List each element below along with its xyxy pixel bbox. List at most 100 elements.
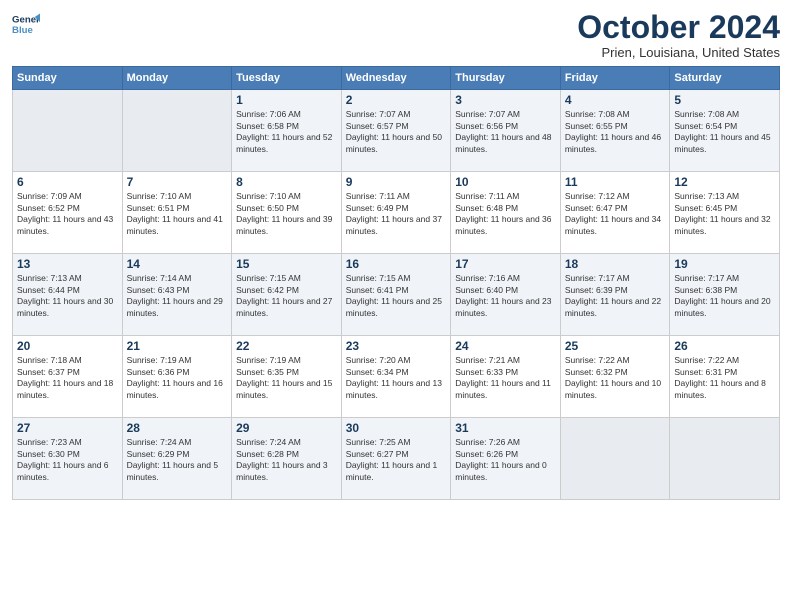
- calendar-cell: 3 Sunrise: 7:07 AMSunset: 6:56 PMDaylight…: [451, 90, 561, 172]
- day-info: Sunrise: 7:19 AMSunset: 6:35 PMDaylight:…: [236, 355, 337, 401]
- day-number: 8: [236, 175, 337, 189]
- day-number: 15: [236, 257, 337, 271]
- day-number: 19: [674, 257, 775, 271]
- calendar-cell: 11 Sunrise: 7:12 AMSunset: 6:47 PMDayligh…: [560, 172, 670, 254]
- day-info: Sunrise: 7:15 AMSunset: 6:42 PMDaylight:…: [236, 273, 337, 319]
- day-info: Sunrise: 7:18 AMSunset: 6:37 PMDaylight:…: [17, 355, 118, 401]
- day-number: 16: [346, 257, 447, 271]
- month-title: October 2024: [577, 10, 780, 45]
- day-info: Sunrise: 7:12 AMSunset: 6:47 PMDaylight:…: [565, 191, 666, 237]
- logo-icon: General Blue: [12, 10, 40, 38]
- day-header-friday: Friday: [560, 67, 670, 90]
- day-number: 31: [455, 421, 556, 435]
- calendar-cell: 6 Sunrise: 7:09 AMSunset: 6:52 PMDaylight…: [13, 172, 123, 254]
- day-number: 1: [236, 93, 337, 107]
- calendar-cell: 21Sunrise: 7:19 AMSunset: 6:36 PMDayligh…: [122, 336, 232, 418]
- calendar-cell: 19 Sunrise: 7:17 AMSunset: 6:38 PMDayligh…: [670, 254, 780, 336]
- day-info: Sunrise: 7:07 AMSunset: 6:57 PMDaylight:…: [346, 109, 447, 155]
- day-number: 29: [236, 421, 337, 435]
- day-info: Sunrise: 7:19 AMSunset: 6:36 PMDaylight:…: [127, 355, 228, 401]
- calendar-cell: 31 Sunrise: 7:26 AMSunset: 6:26 PMDayligh…: [451, 418, 561, 500]
- day-number: 12: [674, 175, 775, 189]
- calendar-cell: 5 Sunrise: 7:08 AMSunset: 6:54 PMDaylight…: [670, 90, 780, 172]
- day-header-wednesday: Wednesday: [341, 67, 451, 90]
- calendar-cell: [560, 418, 670, 500]
- day-info: Sunrise: 7:08 AMSunset: 6:54 PMDaylight:…: [674, 109, 775, 155]
- day-number: 7: [127, 175, 228, 189]
- calendar-week-3: 13Sunrise: 7:13 AMSunset: 6:44 PMDayligh…: [13, 254, 780, 336]
- day-number: 6: [17, 175, 118, 189]
- calendar-cell: 8 Sunrise: 7:10 AMSunset: 6:50 PMDaylight…: [232, 172, 342, 254]
- day-number: 18: [565, 257, 666, 271]
- day-header-sunday: Sunday: [13, 67, 123, 90]
- day-info: Sunrise: 7:24 AMSunset: 6:29 PMDaylight:…: [127, 437, 228, 483]
- day-info: Sunrise: 7:07 AMSunset: 6:56 PMDaylight:…: [455, 109, 556, 155]
- day-info: Sunrise: 7:25 AMSunset: 6:27 PMDaylight:…: [346, 437, 447, 483]
- day-info: Sunrise: 7:24 AMSunset: 6:28 PMDaylight:…: [236, 437, 337, 483]
- day-number: 11: [565, 175, 666, 189]
- day-info: Sunrise: 7:08 AMSunset: 6:55 PMDaylight:…: [565, 109, 666, 155]
- day-info: Sunrise: 7:11 AMSunset: 6:49 PMDaylight:…: [346, 191, 447, 237]
- day-number: 25: [565, 339, 666, 353]
- calendar-cell: 12 Sunrise: 7:13 AMSunset: 6:45 PMDayligh…: [670, 172, 780, 254]
- day-info: Sunrise: 7:23 AMSunset: 6:30 PMDaylight:…: [17, 437, 118, 483]
- day-info: Sunrise: 7:14 AMSunset: 6:43 PMDaylight:…: [127, 273, 228, 319]
- calendar-container: General Blue October 2024 Prien, Louisia…: [0, 0, 792, 612]
- svg-text:Blue: Blue: [12, 25, 33, 36]
- day-info: Sunrise: 7:10 AMSunset: 6:50 PMDaylight:…: [236, 191, 337, 237]
- calendar-header-row: SundayMondayTuesdayWednesdayThursdayFrid…: [13, 67, 780, 90]
- day-number: 22: [236, 339, 337, 353]
- calendar-cell: 7 Sunrise: 7:10 AMSunset: 6:51 PMDaylight…: [122, 172, 232, 254]
- day-number: 26: [674, 339, 775, 353]
- calendar-cell: 24Sunrise: 7:21 AMSunset: 6:33 PMDayligh…: [451, 336, 561, 418]
- calendar-cell: 18 Sunrise: 7:17 AMSunset: 6:39 PMDayligh…: [560, 254, 670, 336]
- day-number: 5: [674, 93, 775, 107]
- day-number: 3: [455, 93, 556, 107]
- calendar-cell: 10Sunrise: 7:11 AMSunset: 6:48 PMDayligh…: [451, 172, 561, 254]
- day-info: Sunrise: 7:17 AMSunset: 6:38 PMDaylight:…: [674, 273, 775, 319]
- day-number: 17: [455, 257, 556, 271]
- calendar-cell: 30 Sunrise: 7:25 AMSunset: 6:27 PMDayligh…: [341, 418, 451, 500]
- title-block: October 2024 Prien, Louisiana, United St…: [577, 10, 780, 60]
- day-info: Sunrise: 7:22 AMSunset: 6:31 PMDaylight:…: [674, 355, 775, 401]
- day-info: Sunrise: 7:26 AMSunset: 6:26 PMDaylight:…: [455, 437, 556, 483]
- day-number: 23: [346, 339, 447, 353]
- calendar-week-2: 6 Sunrise: 7:09 AMSunset: 6:52 PMDaylight…: [13, 172, 780, 254]
- calendar-cell: 2Sunrise: 7:07 AMSunset: 6:57 PMDaylight…: [341, 90, 451, 172]
- day-number: 28: [127, 421, 228, 435]
- day-info: Sunrise: 7:09 AMSunset: 6:52 PMDaylight:…: [17, 191, 118, 237]
- day-header-saturday: Saturday: [670, 67, 780, 90]
- calendar-week-4: 20 Sunrise: 7:18 AMSunset: 6:37 PMDayligh…: [13, 336, 780, 418]
- day-info: Sunrise: 7:11 AMSunset: 6:48 PMDaylight:…: [455, 191, 556, 237]
- day-info: Sunrise: 7:10 AMSunset: 6:51 PMDaylight:…: [127, 191, 228, 237]
- day-info: Sunrise: 7:20 AMSunset: 6:34 PMDaylight:…: [346, 355, 447, 401]
- calendar-cell: [670, 418, 780, 500]
- day-number: 20: [17, 339, 118, 353]
- day-number: 14: [127, 257, 228, 271]
- calendar-cell: 25 Sunrise: 7:22 AMSunset: 6:32 PMDayligh…: [560, 336, 670, 418]
- calendar-cell: 16 Sunrise: 7:15 AMSunset: 6:41 PMDayligh…: [341, 254, 451, 336]
- day-header-thursday: Thursday: [451, 67, 561, 90]
- calendar-cell: 23 Sunrise: 7:20 AMSunset: 6:34 PMDayligh…: [341, 336, 451, 418]
- day-info: Sunrise: 7:13 AMSunset: 6:45 PMDaylight:…: [674, 191, 775, 237]
- day-number: 30: [346, 421, 447, 435]
- day-info: Sunrise: 7:16 AMSunset: 6:40 PMDaylight:…: [455, 273, 556, 319]
- day-header-tuesday: Tuesday: [232, 67, 342, 90]
- calendar-cell: 17 Sunrise: 7:16 AMSunset: 6:40 PMDayligh…: [451, 254, 561, 336]
- day-info: Sunrise: 7:21 AMSunset: 6:33 PMDaylight:…: [455, 355, 556, 401]
- calendar-cell: 26 Sunrise: 7:22 AMSunset: 6:31 PMDayligh…: [670, 336, 780, 418]
- calendar-cell: [122, 90, 232, 172]
- calendar-week-5: 27Sunrise: 7:23 AMSunset: 6:30 PMDayligh…: [13, 418, 780, 500]
- calendar-cell: 14 Sunrise: 7:14 AMSunset: 6:43 PMDayligh…: [122, 254, 232, 336]
- calendar-cell: [13, 90, 123, 172]
- location: Prien, Louisiana, United States: [577, 45, 780, 60]
- calendar-cell: 4Sunrise: 7:08 AMSunset: 6:55 PMDaylight…: [560, 90, 670, 172]
- day-number: 9: [346, 175, 447, 189]
- header: General Blue October 2024 Prien, Louisia…: [12, 10, 780, 60]
- day-info: Sunrise: 7:17 AMSunset: 6:39 PMDaylight:…: [565, 273, 666, 319]
- calendar-cell: 28 Sunrise: 7:24 AMSunset: 6:29 PMDayligh…: [122, 418, 232, 500]
- calendar-cell: 9 Sunrise: 7:11 AMSunset: 6:49 PMDaylight…: [341, 172, 451, 254]
- day-info: Sunrise: 7:22 AMSunset: 6:32 PMDaylight:…: [565, 355, 666, 401]
- day-number: 13: [17, 257, 118, 271]
- day-info: Sunrise: 7:15 AMSunset: 6:41 PMDaylight:…: [346, 273, 447, 319]
